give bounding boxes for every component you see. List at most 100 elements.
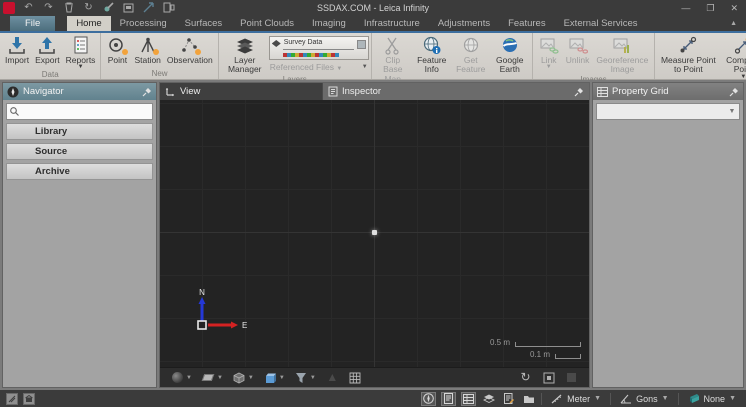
- snap-toggle-button[interactable]: [6, 393, 18, 405]
- navigator-compass-icon: [7, 86, 19, 98]
- view-panel: View Inspector N E: [159, 82, 590, 388]
- send-to-icon[interactable]: [142, 2, 155, 14]
- referenced-files-button[interactable]: Referenced Files ▼: [270, 62, 343, 72]
- georeference-image-button[interactable]: Georeference Image: [592, 34, 652, 75]
- section-source[interactable]: Source: [6, 143, 153, 160]
- group-label-new: New: [103, 69, 215, 79]
- tools-icon[interactable]: [102, 2, 115, 14]
- compute-point-button[interactable]: Compute Point ▼: [719, 34, 746, 80]
- delete-icon[interactable]: [62, 2, 75, 14]
- disabled-cube-button[interactable]: [562, 370, 581, 386]
- restore-button[interactable]: ❐: [706, 0, 714, 16]
- ortho-toggle-button[interactable]: [23, 393, 35, 405]
- measure-point-to-point-button[interactable]: Measure Point to Point: [657, 34, 719, 80]
- get-feature-button[interactable]: Get Feature: [452, 34, 490, 84]
- property-grid-toggle-button[interactable]: [461, 392, 476, 406]
- layer-color-swatches: [283, 53, 339, 57]
- tab-features[interactable]: Features: [499, 16, 555, 31]
- tab-surfaces[interactable]: Surfaces: [176, 16, 232, 31]
- pin-icon[interactable]: [142, 87, 152, 97]
- scale-large-label: 0.5 m: [490, 339, 510, 347]
- property-grid-toggle-icon: [463, 394, 474, 404]
- layers-display-button[interactable]: ▼: [261, 370, 288, 386]
- dropdown-caret: ▼: [248, 375, 254, 381]
- view-orientation-button[interactable]: ▼: [168, 370, 195, 386]
- eraser-icon: [202, 371, 215, 384]
- inspector-toggle-button[interactable]: [441, 392, 456, 406]
- filter-button[interactable]: ▼: [292, 370, 319, 386]
- collapse-ribbon-icon[interactable]: ▲: [730, 20, 737, 27]
- tab-adjustments[interactable]: Adjustments: [429, 16, 499, 31]
- pin-icon[interactable]: [729, 87, 739, 97]
- search-input[interactable]: [22, 107, 149, 117]
- navigator-search-box[interactable]: [6, 103, 153, 120]
- section-library[interactable]: Library: [6, 123, 153, 140]
- tab-home[interactable]: Home: [67, 16, 110, 31]
- feature-info-icon: [421, 36, 443, 55]
- window-layout-icon[interactable]: [162, 2, 175, 14]
- minimize-button[interactable]: —: [681, 0, 690, 16]
- tab-external-services[interactable]: External Services: [555, 16, 647, 31]
- clip-base-map-button[interactable]: Clip Base Map: [374, 34, 412, 84]
- grid-toggle-button[interactable]: [346, 370, 365, 386]
- inspector-tab[interactable]: Inspector: [322, 83, 589, 100]
- georeference-image-label: Georeference Image: [595, 56, 649, 75]
- leica-app-logo-icon[interactable]: [3, 2, 15, 14]
- property-grid-header[interactable]: Property Grid: [593, 83, 743, 100]
- dropdown-caret: ▼: [310, 375, 316, 381]
- tab-imaging[interactable]: Imaging: [303, 16, 355, 31]
- map-canvas[interactable]: N E 0.5 m 0.1 m: [160, 100, 589, 367]
- property-object-selector[interactable]: ▼: [596, 103, 740, 120]
- zoom-extents-button[interactable]: [539, 370, 558, 386]
- center-tab-headers: View Inspector: [160, 83, 589, 100]
- section-archive[interactable]: Archive: [6, 163, 153, 180]
- link-image-button[interactable]: Link ▼: [535, 34, 563, 75]
- tab-point-clouds[interactable]: Point Clouds: [231, 16, 303, 31]
- filter-funnel-icon: [295, 371, 308, 384]
- archive-toggle-button[interactable]: [521, 392, 536, 406]
- navigator-toggle-button[interactable]: [421, 392, 436, 406]
- view-mode-button[interactable]: ▼: [230, 370, 257, 386]
- new-point-button[interactable]: Point: [103, 34, 131, 69]
- tab-infrastructure[interactable]: Infrastructure: [355, 16, 429, 31]
- undo-icon[interactable]: ↶: [22, 2, 35, 14]
- unlink-image-button[interactable]: Unlink: [563, 34, 593, 75]
- layers-toggle-button[interactable]: [481, 392, 496, 406]
- view-toolbar: ▼ ▼ ▼ ▼: [160, 367, 589, 387]
- view-tab[interactable]: View: [160, 83, 322, 100]
- title-bar: ↶ ↷ ↻ SSDAX.COM - Leica Infinity — ❐ ✕: [0, 0, 746, 16]
- background-map-dropdown[interactable]: None ▼: [684, 393, 740, 404]
- dropdown-caret: ▼: [594, 395, 601, 402]
- distance-unit-dropdown[interactable]: Meter ▼: [547, 394, 605, 404]
- axis-north-label: N: [199, 288, 205, 297]
- reports-toggle-icon: [504, 393, 514, 404]
- redo-icon[interactable]: ↷: [42, 2, 55, 14]
- layer-manager-button[interactable]: Layer Manager: [221, 34, 269, 75]
- feature-info-button[interactable]: Feature Info: [412, 34, 452, 84]
- navigator-header[interactable]: Navigator: [3, 83, 156, 100]
- sync-icon[interactable]: ↻: [82, 2, 95, 14]
- google-earth-button[interactable]: Google Earth: [490, 34, 530, 84]
- new-observation-button[interactable]: Observation: [164, 34, 216, 69]
- tab-file[interactable]: File: [10, 16, 55, 31]
- get-feature-label: Get Feature: [455, 56, 487, 75]
- export-button[interactable]: Export: [32, 34, 63, 70]
- measure-point-to-point-icon: [677, 36, 699, 55]
- new-station-button[interactable]: Station: [131, 34, 163, 69]
- layer-gallery[interactable]: Survey Data: [269, 36, 369, 60]
- layer-gallery-item[interactable]: Survey Data: [270, 37, 368, 46]
- import-button[interactable]: Import: [2, 34, 32, 70]
- tab-processing[interactable]: Processing: [111, 16, 176, 31]
- pin-icon[interactable]: [574, 87, 584, 97]
- angle-unit-dropdown[interactable]: Gons ▼: [616, 394, 672, 404]
- gallery-dropdown-caret[interactable]: ▼: [362, 65, 368, 70]
- app-window: ↶ ↷ ↻ SSDAX.COM - Leica Infinity — ❐ ✕: [0, 0, 746, 407]
- measure-tool-button[interactable]: ▼: [199, 370, 226, 386]
- reports-button[interactable]: Reports ▼: [63, 34, 99, 70]
- reports-toggle-button[interactable]: [501, 392, 516, 406]
- archive-box-icon[interactable]: [122, 2, 135, 14]
- close-button[interactable]: ✕: [730, 0, 738, 16]
- reset-rotation-button[interactable]: ↻: [516, 370, 535, 386]
- import-label: Import: [5, 56, 29, 65]
- disabled-tool-button[interactable]: ▲: [323, 370, 342, 386]
